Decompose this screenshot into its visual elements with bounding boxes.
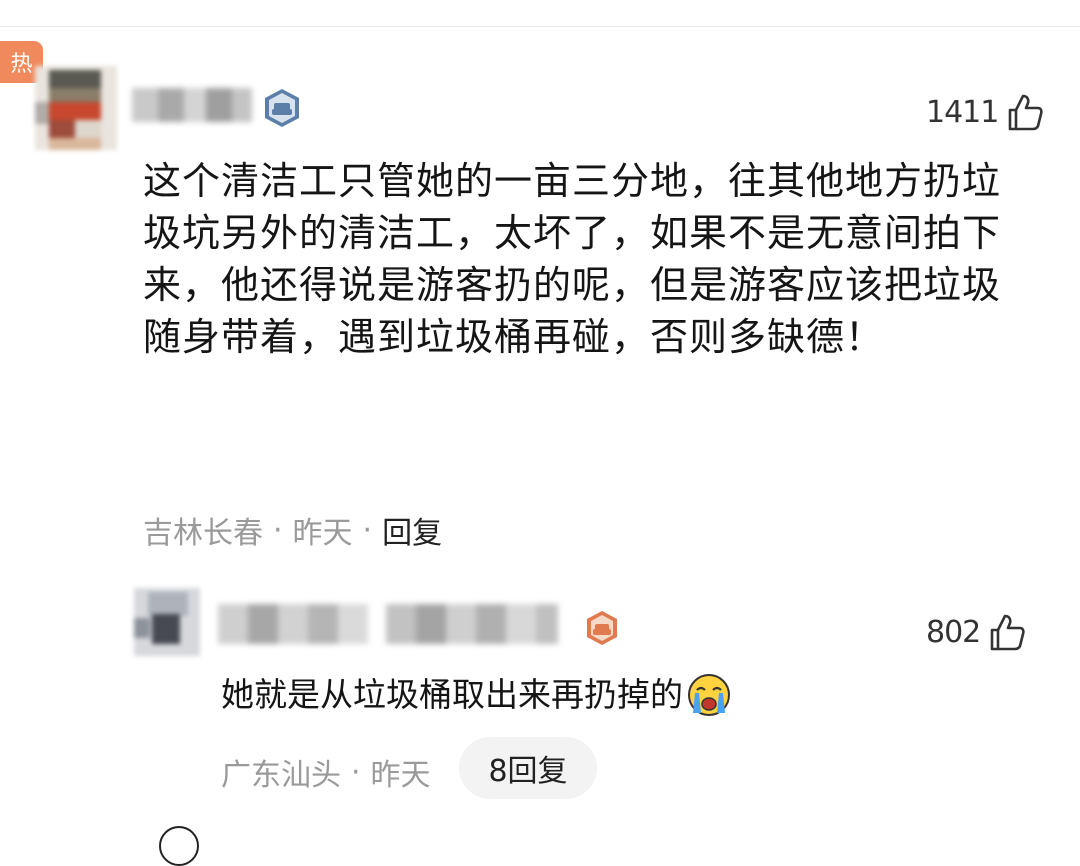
reply-time: 昨天 [370, 758, 431, 793]
comment-text: 这个清洁工只管她的一亩三分地，往其他地方扔垃圾坑另外的清洁工，太坏了，如果不是无… [143, 159, 1002, 359]
reply-username-censored[interactable] [218, 604, 558, 644]
avatar[interactable] [35, 66, 117, 150]
username-censored[interactable] [132, 88, 252, 122]
meta-separator: · [362, 512, 373, 548]
reply-location: 广东汕头 [221, 758, 341, 793]
reply-text-row: 她就是从垃圾桶取出来再扔掉的 [221, 671, 731, 719]
like-count: 1411 [926, 94, 999, 130]
crying-face-icon [688, 674, 730, 716]
reply-like-button[interactable]: 802 [926, 612, 1026, 652]
reply-meta: 广东汕头 · 昨天 [221, 750, 431, 794]
like-button[interactable]: 1411 [926, 92, 1044, 132]
reply-text: 她就是从垃圾桶取出来再扔掉的 [221, 675, 683, 714]
next-comment-avatar[interactable] [159, 826, 199, 866]
reply-like-count: 802 [926, 614, 981, 650]
view-replies-button[interactable]: 8回复 [459, 737, 597, 799]
meta-separator: · [351, 754, 361, 790]
reply-button[interactable]: 回复 [382, 508, 442, 552]
top-divider [0, 0, 1080, 27]
meta-separator: · [273, 512, 283, 548]
comment-time: 昨天 [292, 516, 353, 551]
sofa-medal-icon [265, 89, 299, 127]
thumbs-up-icon [990, 614, 1025, 651]
thumbs-up-icon [1009, 94, 1044, 131]
comment-location: 吉林长春 [143, 516, 263, 551]
reply-avatar[interactable] [134, 588, 200, 656]
comment-meta: 吉林长春 · 昨天 · 回复 [143, 508, 442, 552]
sofa-medal-icon [587, 611, 617, 645]
